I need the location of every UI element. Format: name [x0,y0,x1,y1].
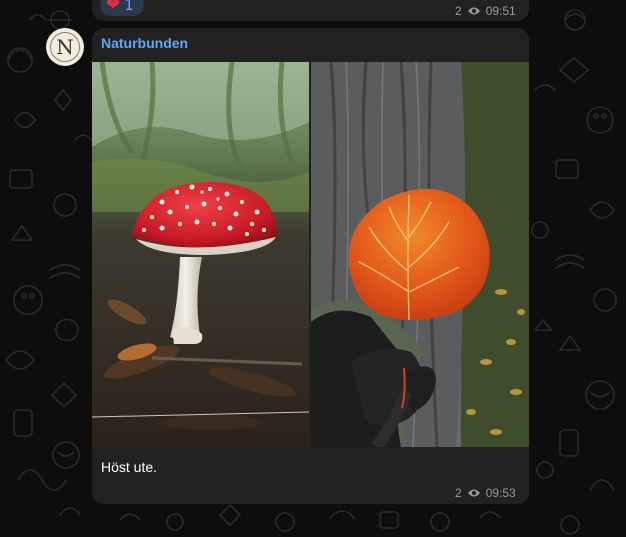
sender-name[interactable]: Naturbunden [101,35,188,51]
photo-mushroom[interactable] [92,62,309,447]
message-caption: Höst ute. [101,459,158,475]
message-meta: 2 09:53 [455,486,516,500]
view-count: 2 [455,486,462,500]
avatar-letter: N [56,35,74,59]
heart-reaction-icon: ❤ [106,0,121,15]
eye-icon [467,488,481,498]
previous-message-meta: 2 09:51 [455,4,516,18]
message-bubble: Naturbunden Höst ute. [92,28,529,504]
message-time: 09:51 [485,4,516,18]
reaction-count: 1 [124,0,134,14]
channel-avatar[interactable]: N [46,28,84,66]
eye-icon [467,6,481,16]
reaction-chip[interactable]: ❤ 1 [100,0,144,16]
view-count: 2 [455,4,462,18]
photo-autumn-leaf[interactable] [311,62,529,447]
message-time: 09:53 [485,486,516,500]
